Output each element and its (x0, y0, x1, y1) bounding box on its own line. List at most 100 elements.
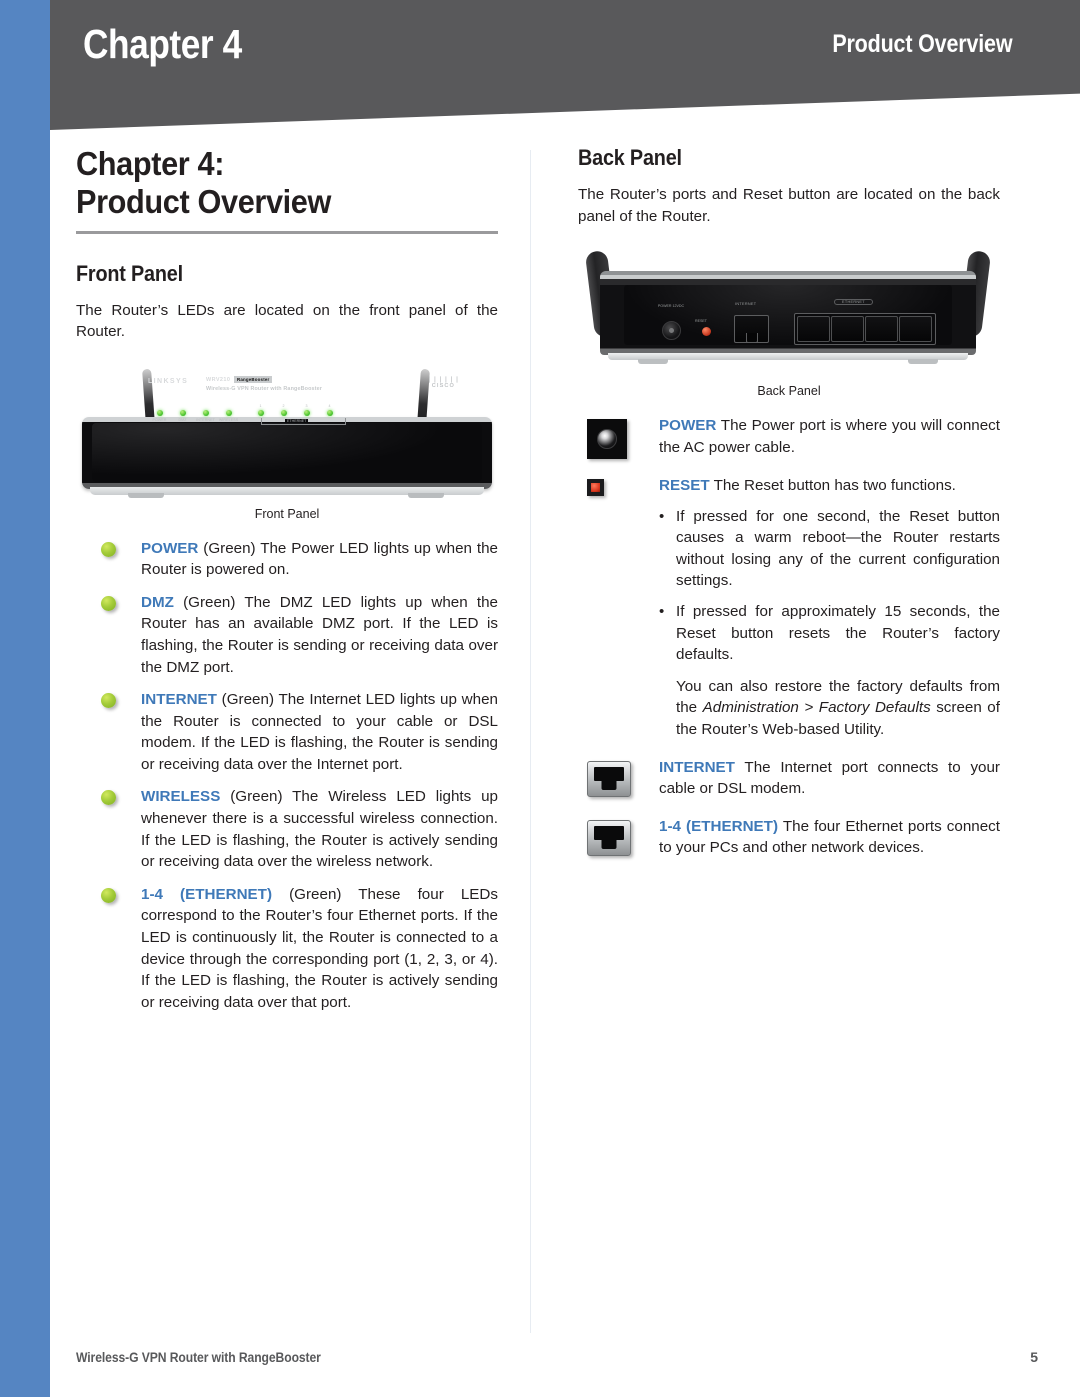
ethernet-port-4 (899, 316, 932, 343)
page-header-banner: Chapter 4 Product Overview (50, 0, 1080, 130)
front-panel-intro-text: The Router’s LEDs are located on the fro… (76, 301, 498, 341)
green-led-bullet-icon (101, 541, 116, 557)
back-panel-figure-caption: Back Panel (757, 384, 821, 399)
port-item-label: 1-4 (ETHERNET) (659, 817, 779, 835)
led-dot-icon (280, 410, 287, 417)
led-description-ethernet: 1-4 (ETHERNET) (Green) These four LEDs c… (76, 884, 498, 1013)
port-description-ethernet: 1-4 (ETHERNET) The four Ethernet ports c… (578, 816, 1000, 859)
green-led-bullet-icon (101, 693, 116, 709)
page-title-line-2: Product Overview (76, 183, 332, 221)
port-item-label: POWER (659, 417, 717, 435)
ethernet-group-label: ETHERNET (285, 418, 309, 423)
front-panel-router-image: LINKSYS WRV210 RangeBooster Wireless-G V… (76, 365, 498, 500)
reset-function-bullet-2: • If pressed for approximately 15 second… (659, 601, 1000, 666)
led-port-number: 4 (328, 403, 331, 408)
page-title-line-1: Chapter 4: (76, 145, 225, 182)
page-edge-stripe (0, 0, 50, 1397)
power-port-icon (587, 419, 627, 460)
led-item-label: DMZ (141, 593, 174, 611)
back-panel-figure: POWER 12VDC RESET INTERNET ETHERNET Back… (578, 249, 1000, 398)
back-panel-port-description-list: POWER The Power port is where you will c… (578, 415, 1000, 859)
front-panel-figure-caption: Front Panel (254, 506, 320, 521)
title-underline-rule (76, 230, 498, 234)
router-foot-left (638, 359, 668, 365)
page-title: Chapter 4: Product Overview (76, 145, 468, 222)
led-label: POWER (152, 418, 167, 423)
ethernet-port-3 (865, 316, 898, 343)
reset-function-bullet-1: • If pressed for one second, the Reset b… (659, 506, 1000, 592)
green-led-bullet-icon (101, 887, 116, 903)
led-description-dmz: DMZ (Green) The DMZ LED lights up when t… (76, 592, 498, 678)
led-dot-icon (326, 410, 333, 417)
ethernet-port-1 (797, 316, 830, 343)
page-footer: Wireless-G VPN Router with RangeBooster … (76, 1349, 1038, 1365)
reset-function-text: If pressed for approximately 15 seconds,… (676, 603, 1000, 664)
led-dot-icon (257, 410, 264, 417)
footer-page-number: 5 (1030, 1349, 1038, 1365)
rj45-internet-icon (587, 760, 631, 797)
ethernet-ports-label: ETHERNET (834, 299, 873, 306)
port-description-internet: INTERNET The Internet port connects to y… (578, 757, 1000, 800)
reset-button-label: RESET (695, 319, 707, 324)
led-description-wireless: WIRELESS (Green) The Wireless LED lights… (76, 786, 498, 872)
back-panel-router-image: POWER 12VDC RESET INTERNET ETHERNET (578, 249, 1000, 377)
router-foot-left (128, 492, 164, 498)
led-dot-icon (156, 410, 163, 417)
header-chapter-label: Chapter 4 (83, 21, 242, 67)
reset-button-icon (587, 479, 604, 497)
router-front-face (92, 422, 482, 482)
rj45-ethernet-icon (587, 819, 631, 856)
ethernet-port-2 (831, 316, 864, 343)
led-port-number: 2 (282, 403, 285, 408)
green-led-bullet-icon (101, 790, 116, 806)
front-panel-heading: Front Panel (76, 260, 183, 286)
power-port-label: POWER 12VDC (657, 304, 685, 309)
led-item-label: POWER (141, 539, 199, 557)
port-description-reset: RESET The Reset button has two functions… (578, 475, 1000, 740)
cisco-wordmark: CISCO (431, 383, 456, 390)
led-item-text: (Green) The DMZ LED lights up when the R… (141, 593, 498, 676)
led-description-internet: INTERNET (Green) The Internet LED lights… (76, 689, 498, 775)
led-item-label: 1-4 (ETHERNET) (141, 885, 273, 903)
reset-functions-list: • If pressed for one second, the Reset b… (659, 506, 1000, 666)
led-dmz: DMZ (171, 405, 194, 422)
led-port-number: 3 (305, 403, 308, 408)
port-description-power: POWER The Power port is where you will c… (578, 415, 1000, 460)
left-column: Chapter 4: Product Overview Front Panel … (76, 145, 498, 1024)
led-dot-icon (179, 410, 186, 417)
led-dot-icon (202, 410, 209, 417)
right-column: Back Panel The Router’s ports and Reset … (578, 145, 1000, 875)
led-label: WIRELESS (218, 418, 239, 423)
led-port-number: 1 (259, 403, 262, 408)
footer-document-title: Wireless-G VPN Router with RangeBooster (76, 1350, 321, 1365)
led-item-label: WIRELESS (141, 788, 221, 806)
led-dot-icon (303, 410, 310, 417)
front-panel-figure: LINKSYS WRV210 RangeBooster Wireless-G V… (76, 365, 498, 521)
rangebooster-badge: RangeBooster (234, 376, 273, 384)
led-internet: INTERNET (194, 405, 217, 423)
ethernet-port-group (794, 313, 936, 346)
led-label: INTERNET (196, 418, 215, 423)
internet-rj45-port (734, 315, 769, 344)
green-led-bullet-icon (101, 595, 116, 611)
bullet-dot-icon: • (659, 603, 665, 621)
port-item-label: INTERNET (659, 758, 735, 776)
back-panel-heading: Back Panel (578, 145, 682, 170)
router-foot-right (908, 359, 938, 365)
router-chassis (82, 416, 492, 489)
led-item-text: (Green) These four LEDs correspond to th… (141, 885, 498, 1011)
factory-defaults-menu-path: Administration > Factory Defaults (702, 699, 931, 717)
cisco-logo: ❘❘❘❘❘❘ CISCO (427, 377, 460, 390)
linksys-logo: LINKSYS (148, 377, 189, 385)
port-item-label: RESET (659, 477, 710, 495)
led-wireless: WIRELESS (217, 405, 240, 423)
back-panel-intro-text: The Router’s ports and Reset button are … (578, 186, 1000, 225)
reset-function-text: If pressed for one second, the Reset but… (676, 507, 1000, 590)
router-model-text: WRV210 (206, 376, 231, 383)
column-divider (530, 150, 531, 1333)
led-dot-icon (225, 410, 232, 417)
router-foot-right (408, 492, 444, 498)
bullet-dot-icon: • (659, 507, 665, 525)
factory-defaults-note: You can also restore the factory default… (676, 676, 1000, 741)
led-power: POWER (148, 405, 171, 423)
